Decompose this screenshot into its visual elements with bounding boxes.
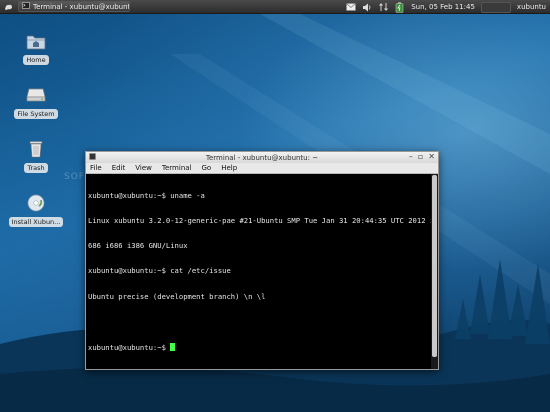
menu-file[interactable]: File	[90, 164, 102, 172]
menu-edit[interactable]: Edit	[112, 164, 126, 172]
window-menu-icon[interactable]	[89, 153, 96, 162]
terminal-line: Linux xubuntu 3.2.0-12-generic-pae #21-U…	[88, 216, 435, 226]
terminal-prompt-line: xubuntu@xubuntu:~$	[88, 343, 429, 352]
trash-icon	[25, 138, 47, 160]
clock[interactable]: Sun, 05 Feb 11:45	[411, 3, 475, 11]
menu-terminal[interactable]: Terminal	[162, 164, 192, 172]
maximize-icon[interactable]: ▫	[418, 152, 423, 161]
scrollbar-thumb[interactable]	[432, 175, 437, 357]
minimize-icon[interactable]: –	[409, 152, 413, 161]
speaker-icon[interactable]	[361, 1, 373, 13]
app-menu-icon[interactable]	[2, 0, 14, 14]
workspace-switcher[interactable]	[480, 1, 511, 13]
mail-icon[interactable]	[345, 1, 357, 13]
desktop-icon-label: Trash	[24, 163, 48, 173]
taskbar-terminal-button[interactable]: Terminal - xubuntu@xubuntu:	[18, 1, 130, 12]
menu-view[interactable]: View	[135, 164, 152, 172]
menu-go[interactable]: Go	[202, 164, 212, 172]
desktop-icon-install-xubuntu[interactable]: Install Xubun...	[6, 192, 66, 227]
window-title: Terminal - xubuntu@xubuntu: ~	[205, 153, 319, 162]
terminal-line: xubuntu@xubuntu:~$ uname -a	[88, 190, 205, 200]
menu-help[interactable]: Help	[221, 164, 237, 172]
terminal-output[interactable]: xubuntu@xubuntu:~$ uname -a Linux xubunt…	[86, 174, 435, 369]
desktop-icon-file-system[interactable]: File System	[6, 84, 66, 119]
taskbar-title: Terminal - xubuntu@xubuntu:	[33, 2, 130, 11]
window-titlebar[interactable]: Terminal - xubuntu@xubuntu: ~ – ▫ ✕	[86, 152, 438, 163]
battery-icon[interactable]	[393, 1, 405, 13]
top-panel: Terminal - xubuntu@xubuntu: Sun, 05 Feb …	[0, 0, 550, 14]
terminal-line: 686 i686 i386 GNU/Linux	[88, 241, 188, 251]
terminal-cursor	[170, 343, 176, 352]
terminal-line: xubuntu@xubuntu:~$ cat /etc/issue	[88, 266, 231, 276]
terminal-prompt: xubuntu@xubuntu:~$	[88, 343, 171, 353]
watermark: SOF	[64, 172, 85, 182]
terminal-icon	[22, 2, 30, 11]
network-icon[interactable]	[377, 1, 389, 13]
home-folder-icon	[25, 30, 47, 52]
desktop-icon-trash[interactable]: Trash	[6, 138, 66, 173]
desktop-icon-label: Install Xubun...	[8, 217, 64, 227]
close-icon[interactable]: ✕	[428, 152, 435, 161]
system-tray: Sun, 05 Feb 11:45 xubuntu	[343, 0, 550, 14]
terminal-line: Ubuntu precise (development branch) \n \…	[88, 291, 266, 301]
terminal-scrollbar[interactable]	[431, 174, 438, 369]
user-menu[interactable]: xubuntu	[517, 3, 546, 11]
desktop-icon-home[interactable]: Home	[6, 30, 66, 65]
desktop-icon-label: Home	[23, 55, 49, 65]
install-disc-icon	[25, 192, 47, 214]
window-menubar: File Edit View Terminal Go Help	[86, 163, 438, 174]
terminal-window[interactable]: Terminal - xubuntu@xubuntu: ~ – ▫ ✕ File…	[85, 151, 439, 370]
drive-icon	[25, 84, 47, 106]
desktop-icon-label: File System	[14, 109, 58, 119]
